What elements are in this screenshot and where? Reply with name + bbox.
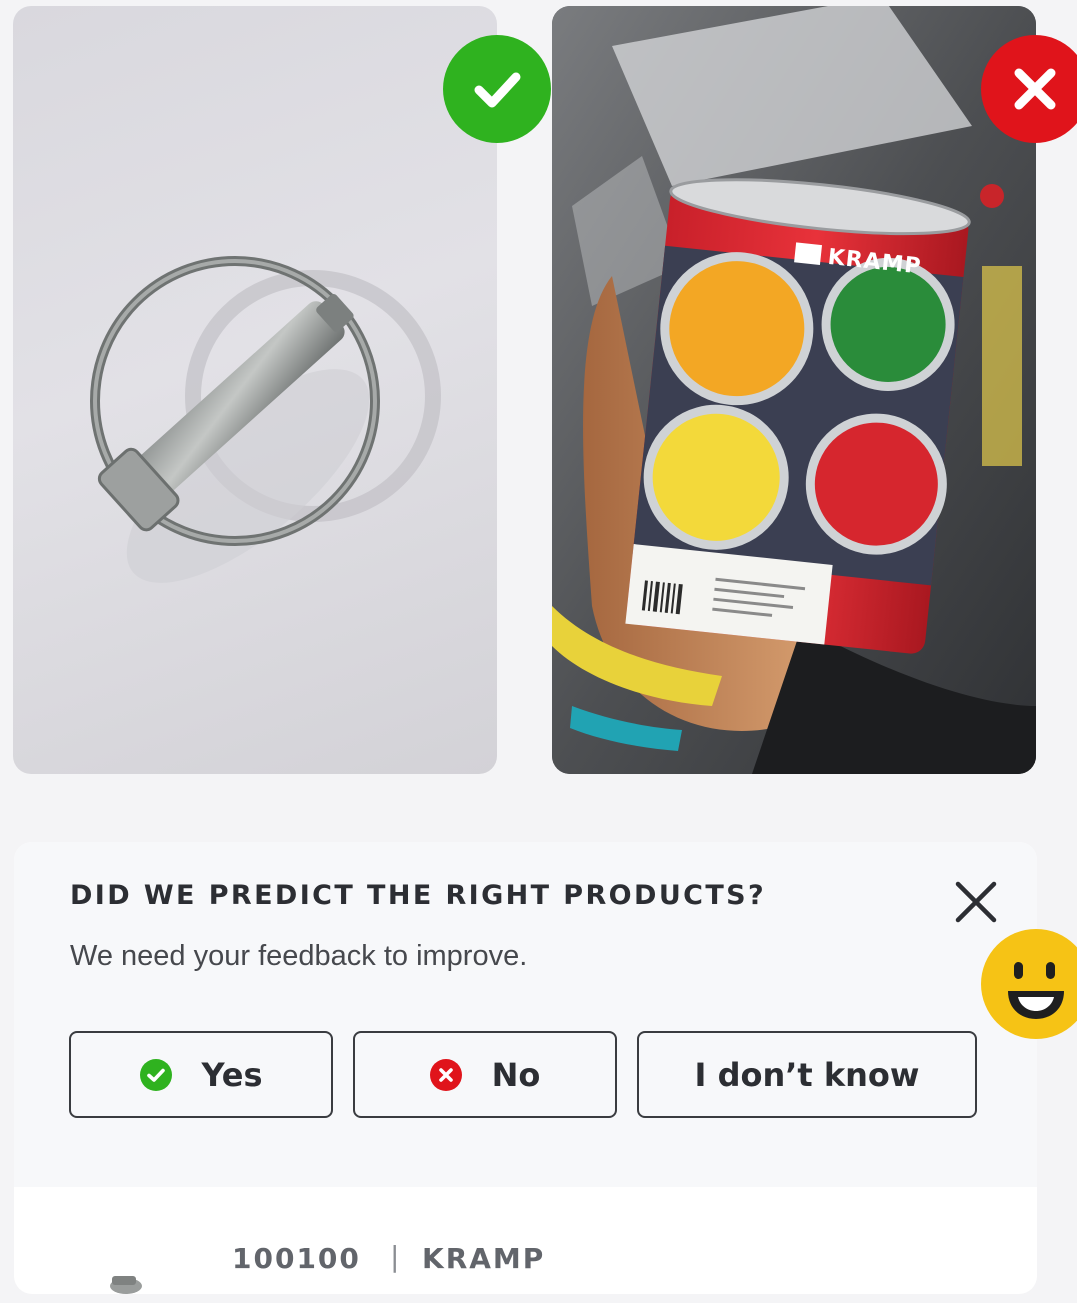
product-code: 100100 bbox=[232, 1242, 361, 1275]
paint-tin-image: KRAMP bbox=[552, 6, 1036, 774]
product-brand: KRAMP bbox=[422, 1242, 546, 1275]
feedback-card: DID WE PREDICT THE RIGHT PRODUCTS? We ne… bbox=[14, 842, 1037, 1294]
correct-badge bbox=[443, 35, 551, 143]
feedback-title: DID WE PREDICT THE RIGHT PRODUCTS? bbox=[70, 880, 767, 911]
wrong-badge bbox=[981, 35, 1077, 143]
x-circle-icon bbox=[429, 1058, 462, 1091]
correct-prediction-photo bbox=[13, 6, 497, 774]
feedback-subtitle: We need your feedback to improve. bbox=[70, 940, 528, 972]
lynch-pin-image bbox=[90, 256, 441, 583]
no-label: No bbox=[491, 1055, 541, 1094]
prediction-feedback-screen: KRAMP DID WE PREDICT THE RIGHT PRODUCTS?… bbox=[0, 0, 1077, 1303]
dont-know-button[interactable]: I don’t know bbox=[637, 1031, 977, 1118]
product-thumbnail bbox=[86, 1270, 156, 1294]
close-icon bbox=[981, 35, 1077, 143]
close-feedback-button[interactable] bbox=[949, 875, 1003, 929]
dont-know-label: I don’t know bbox=[694, 1055, 920, 1094]
check-icon bbox=[443, 35, 551, 143]
smiley-icon bbox=[981, 929, 1077, 1039]
yes-button[interactable]: Yes bbox=[69, 1031, 333, 1118]
wrong-prediction-photo: KRAMP bbox=[552, 6, 1036, 774]
check-circle-icon bbox=[139, 1058, 172, 1091]
no-button[interactable]: No bbox=[353, 1031, 617, 1118]
product-separator: | bbox=[390, 1240, 400, 1273]
yes-label: Yes bbox=[201, 1055, 263, 1094]
close-icon bbox=[955, 881, 997, 923]
